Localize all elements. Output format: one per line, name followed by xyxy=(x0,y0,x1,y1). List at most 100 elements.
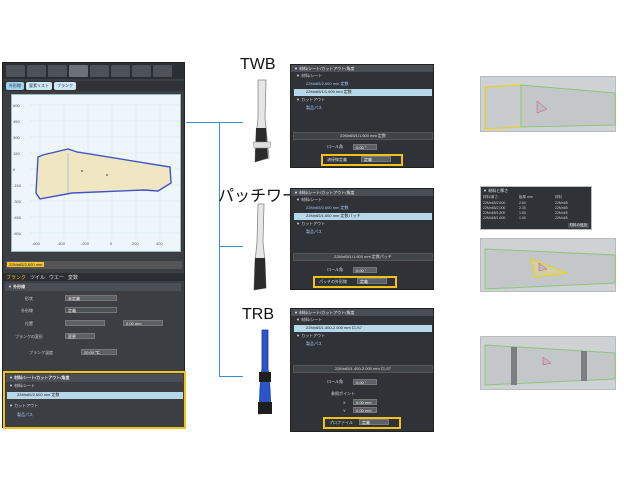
x-tick: 0 xyxy=(110,241,113,246)
tab-way[interactable]: ウエー xyxy=(49,274,64,281)
y-tick: -300 xyxy=(13,199,22,204)
twb-label: TWB xyxy=(240,56,276,73)
patchwork-roll-value[interactable]: 0.00 ° xyxy=(353,267,377,273)
monitor-tool-icon[interactable] xyxy=(111,65,130,77)
edit-tool-icon[interactable] xyxy=(27,65,46,77)
material-thickness-table: ▼ 材料と厚さ 材料/厚さ 板厚 mm 材料 22Mn65/2.600 2.60… xyxy=(480,186,592,230)
home-tool-icon[interactable] xyxy=(48,65,67,77)
trb-roll-value[interactable]: 0.00 ° xyxy=(353,379,377,385)
trb-profile-define-button[interactable]: 定義 xyxy=(359,419,389,425)
blank-deform-button[interactable]: 変更 xyxy=(65,333,95,339)
settings-tool-icon[interactable] xyxy=(153,65,172,77)
sheet-subheader[interactable]: ▼ 材料/シート xyxy=(7,383,183,390)
twb-material-2[interactable]: 22Mn65/1/1.600 mm 定数 xyxy=(294,89,432,96)
cutout-subheader[interactable]: ▼ カットアウト xyxy=(7,403,183,410)
twb-sheet-subheader[interactable]: ▼ 材料/シート xyxy=(294,73,432,80)
patchwork-blank-preview xyxy=(480,238,616,292)
blank-temp-value[interactable]: 20.00 ℃ xyxy=(81,349,117,355)
x-tick: 400 xyxy=(156,241,163,246)
blank-deform-label: ブランクの変形 xyxy=(15,334,43,339)
trb-material-1[interactable]: 22Mn65/1.400-2.000 mm ロ-S7 xyxy=(294,325,432,332)
trb-x-label: X xyxy=(343,400,346,405)
trb-blank-preview xyxy=(480,336,616,390)
table-cell: 22Mn65 xyxy=(555,216,568,220)
view-tabs: 外形線 要素リスト ブランク xyxy=(3,81,184,91)
patchwork-material-bar: 22Mn65/1/1.600 mm 定数パッチ xyxy=(293,253,433,261)
cutout-item[interactable]: 製品パス xyxy=(7,412,183,419)
patchwork-sheet-subheader[interactable]: ▼ 材料/シート xyxy=(294,197,432,204)
trb-cutout-subheader[interactable]: ▼ カットアウト xyxy=(294,333,432,340)
materials-section: ▼ 材料/シート/カットアウト/角度 ▼ 材料/シート 22Mn65/2.600… xyxy=(3,371,186,429)
sheet-tool-icon[interactable] xyxy=(69,65,88,77)
tab-blank[interactable]: ブランク xyxy=(54,82,76,90)
grid-tool-icon[interactable] xyxy=(132,65,151,77)
y-tick: 150 xyxy=(13,151,20,156)
patchwork-material-2[interactable]: 22Mn65/1.600 mm 定数パッチ xyxy=(294,213,432,220)
twb-cutout-subheader[interactable]: ▼ カットアウト xyxy=(294,97,432,104)
table-cell: 1.60 xyxy=(519,216,526,220)
tab-twill[interactable]: ツイル xyxy=(30,274,45,281)
blank-editor-panel: 外形線 要素リスト ブランク 600 450 300 150 0 -150 -3 xyxy=(2,62,186,429)
twb-roll-value[interactable]: 0.00 ° xyxy=(353,144,377,150)
twb-cutout-item[interactable]: 製品パス xyxy=(294,105,432,112)
trb-x-value[interactable]: 0.00 mm xyxy=(353,399,377,405)
table-tool-icon[interactable] xyxy=(90,65,109,77)
y-tick: 0 xyxy=(13,167,16,172)
tab-element-list[interactable]: 要素リスト xyxy=(26,82,52,90)
blank-outline-shape xyxy=(35,148,172,200)
connector-trunk xyxy=(219,122,220,376)
arrow-to-twb xyxy=(219,122,243,123)
table-cell: 材料/厚さ xyxy=(483,195,498,199)
blank-tool-icon[interactable] xyxy=(6,65,25,77)
add-material-button[interactable]: 材料の追加 xyxy=(567,223,589,228)
twb-preview-canvas xyxy=(484,84,616,130)
material-item[interactable]: 22Mn65/2.600 mm 定数 xyxy=(7,392,183,399)
twb-material-1[interactable]: 22Mn65/2.600 mm 定数 xyxy=(294,81,432,88)
materials-header[interactable]: ▼ 材料/シート/カットアウト/角度 xyxy=(6,374,183,382)
patchwork-material-1[interactable]: 22Mn65/2.600 mm 定数 xyxy=(294,205,432,212)
property-tabs: ブランク ツイル ウエー 変数 xyxy=(3,273,184,281)
patchwork-preview-canvas xyxy=(484,248,616,290)
patchwork-settings-panel: ▼ 材料/シート/カットアウト/角度 ▼ 材料/シート 22Mn65/2.600… xyxy=(290,188,434,290)
table-cell: 22Mn65 xyxy=(555,206,568,210)
patchwork-cutout-item[interactable]: 製品パス xyxy=(294,229,432,236)
patchwork-outline-label: パッチの外形線 xyxy=(319,279,347,284)
shape-field[interactable]: 未定義 xyxy=(65,295,117,301)
blank-temp-label: ブランク温度 xyxy=(29,350,53,355)
trb-material-bar: 22Mn65/1.400-2.000 mm ロ-S7 xyxy=(293,365,433,373)
table-cell: 22Mn65 xyxy=(555,201,568,205)
table-cell: 22Mn65/1.800 xyxy=(483,211,506,215)
patchwork-cutout-subheader[interactable]: ▼ カットアウト xyxy=(294,221,432,228)
outline-define-button[interactable]: 定義 xyxy=(65,307,117,313)
trb-profile-label: プロファイル xyxy=(329,420,353,425)
tab-variables[interactable]: 変数 xyxy=(68,274,78,281)
table-body: 材料/厚さ 板厚 mm 材料 22Mn65/2.600 2.60 22Mn65 … xyxy=(483,195,591,220)
tab-blank-props[interactable]: ブランク xyxy=(6,274,26,281)
patchwork-outline-define-button[interactable]: 定義 xyxy=(357,278,387,284)
table-cell: 板厚 mm xyxy=(519,195,533,199)
twb-settings-panel: ▼ 材料/シート/カットアウト/角度 ▼ 材料/シート 22Mn65/2.600… xyxy=(290,64,434,168)
blank-outline-plot[interactable]: 600 450 300 150 0 -150 -300 -450 -600 -6… xyxy=(11,94,181,252)
outline-section-header[interactable]: ▼ 外形線 xyxy=(5,283,181,291)
trb-preview-canvas xyxy=(484,344,616,386)
trb-y-value[interactable]: 0.00 mm xyxy=(353,407,377,413)
y-tick: -150 xyxy=(13,183,22,188)
patchwork-part-icon xyxy=(253,203,267,291)
x-tick: -400 xyxy=(57,241,66,246)
twb-weldline-define-button[interactable]: 定義 xyxy=(361,156,391,162)
patchwork-panel-header[interactable]: ▼ 材料/シート/カットアウト/角度 xyxy=(291,189,433,196)
trb-refpoint-label: 参照ポイント xyxy=(331,391,355,396)
position-value[interactable]: 0.00 mm xyxy=(123,320,163,326)
y-tick: 600 xyxy=(13,103,20,108)
arrow-to-patchwork xyxy=(219,246,243,247)
twb-panel-header[interactable]: ▼ 材料/シート/カットアウト/角度 xyxy=(291,65,433,72)
x-tick: 200 xyxy=(132,241,139,246)
tab-outline[interactable]: 外形線 xyxy=(6,82,24,90)
position-select[interactable] xyxy=(65,320,105,326)
trb-panel-header[interactable]: ▼ 材料/シート/カットアウト/角度 xyxy=(291,309,433,316)
trb-y-label: Y xyxy=(343,408,346,413)
trb-cutout-item[interactable]: 製品パス xyxy=(294,341,432,348)
table-cell: 2.00 xyxy=(519,206,526,210)
connector-line xyxy=(186,122,220,123)
trb-sheet-subheader[interactable]: ▼ 材料/シート xyxy=(294,317,432,324)
